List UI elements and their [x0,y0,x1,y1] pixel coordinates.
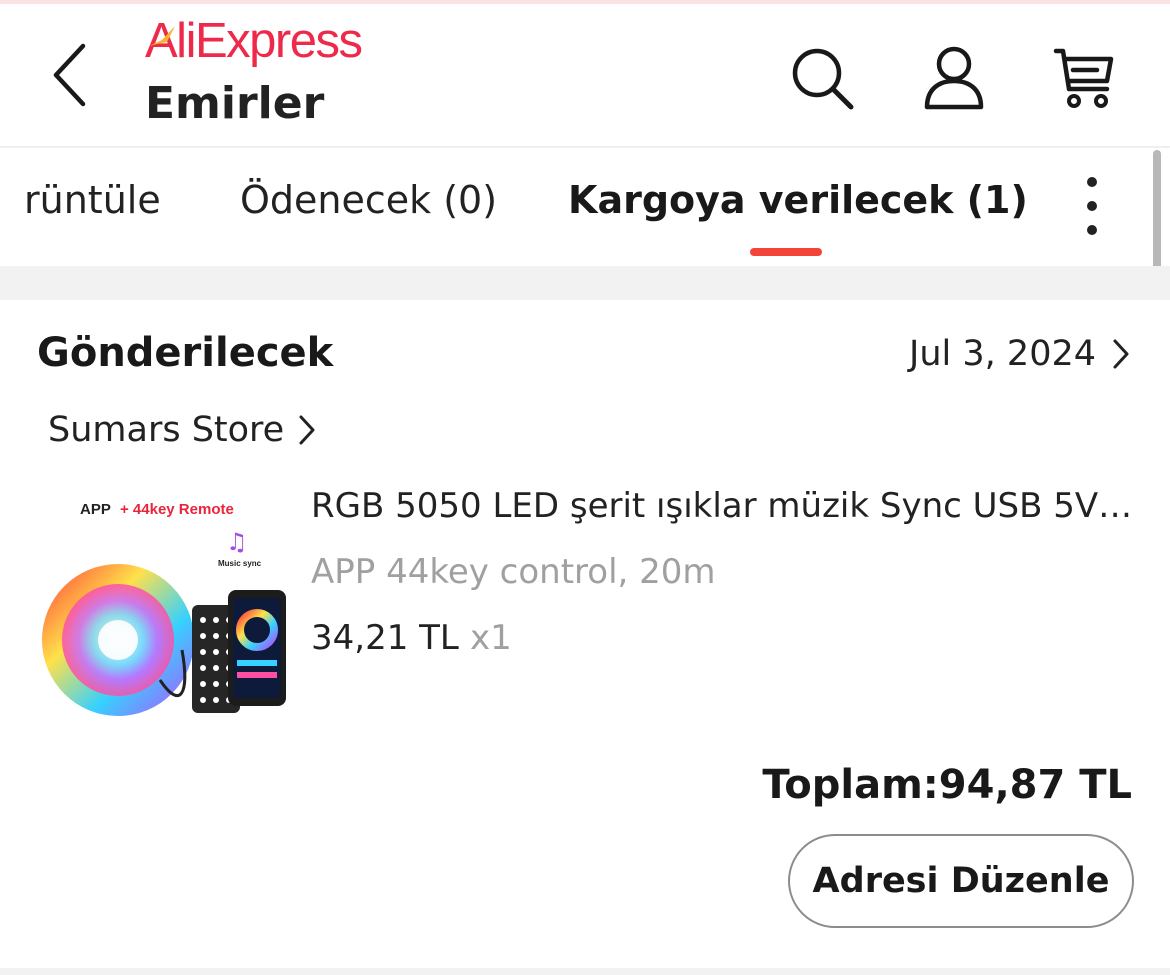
product-price: 34,21 TL [311,618,459,658]
product-quantity: x1 [470,618,512,658]
scrollbar[interactable] [1153,150,1161,272]
section-divider [0,266,1170,300]
cart-button[interactable] [1046,40,1122,116]
search-icon [792,48,854,110]
app-header: AliExpress Emirler [0,4,1170,148]
logo-star-icon [149,26,175,46]
back-button[interactable] [40,40,100,110]
order-total: Toplam:94,87 TL [762,762,1132,808]
chevron-right-icon [1113,339,1129,369]
search-button[interactable] [784,40,860,116]
page-title: Emirler [145,78,325,129]
order-status-tabs: rüntüle Ödenecek (0) Kargoya verilecek (… [0,150,1170,266]
image-caption-remote: + 44key Remote [120,501,234,518]
image-caption-app: APP [80,501,111,518]
music-note-icon: ♫ [226,528,248,556]
tab-to-ship[interactable]: Kargoya verilecek (1) [568,178,1028,222]
account-icon [924,46,984,110]
store-name: Sumars Store [48,410,285,450]
order-card[interactable]: Gönderilecek Jul 3, 2024 Sumars Store AP… [0,300,1170,968]
back-chevron-icon [53,43,86,107]
store-link[interactable]: Sumars Store [48,410,316,450]
product-image[interactable]: APP + 44key Remote ♫ Music sync [40,480,292,720]
order-date-link[interactable]: Jul 3, 2024 [909,334,1130,374]
order-status: Gönderilecek [37,330,334,376]
more-dot-icon [1087,225,1097,235]
aliexpress-logo[interactable]: AliExpress [145,10,363,72]
chevron-right-icon [299,415,315,445]
tab-view-all[interactable]: rüntüle [24,178,161,222]
cart-icon [1053,48,1114,108]
image-caption-music: Music sync [218,559,262,568]
more-dot-icon [1087,177,1097,187]
account-button[interactable] [916,40,992,116]
product-variant: APP 44key control, 20m [311,552,716,592]
order-date: Jul 3, 2024 [909,334,1096,374]
more-dot-icon [1087,201,1097,211]
more-tabs-button[interactable] [1066,170,1118,242]
product-image-art: APP + 44key Remote ♫ Music sync [42,501,286,716]
section-divider [0,968,1170,975]
tab-to-pay[interactable]: Ödenecek (0) [240,178,497,222]
product-title[interactable]: RGB 5050 LED şerit ışıklar müzik Sync US… [311,486,1136,526]
active-tab-indicator [750,248,822,256]
edit-address-button[interactable]: Adresi Düzenle [788,834,1134,928]
